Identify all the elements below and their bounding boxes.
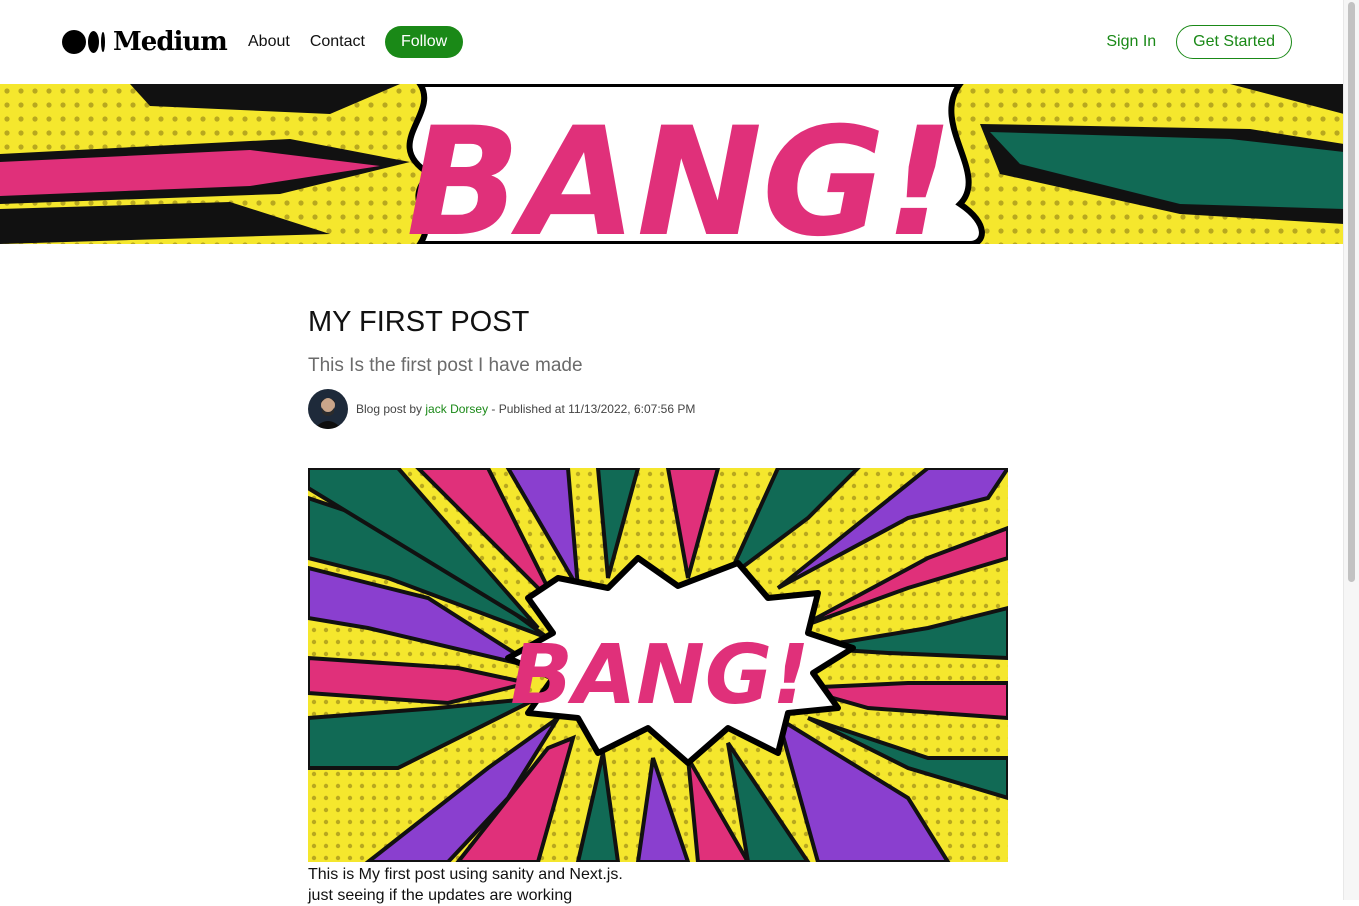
author-avatar[interactable] <box>308 389 348 429</box>
meta-prefix: Blog post by <box>356 402 423 416</box>
article: MY FIRST POST This Is the first post I h… <box>308 300 1008 429</box>
body-paragraph-2: just seeing if the updates are working <box>308 887 573 904</box>
post-subtitle: This Is the first post I have made <box>308 355 583 376</box>
hero-bang-text: BANG! <box>510 628 809 723</box>
body-paragraph-1: This is My first post using sanity and N… <box>308 866 623 883</box>
medium-logo[interactable]: Medium <box>62 26 228 58</box>
main-nav: About Contact Follow <box>248 26 464 58</box>
nav-about-link[interactable]: About <box>248 33 290 51</box>
post-meta: Blog post by jack Dorsey - Published at … <box>308 389 1008 429</box>
meta-published: - Published at 11/13/2022, 6:07:56 PM <box>491 402 696 416</box>
nav-contact-link[interactable]: Contact <box>310 33 365 51</box>
get-started-button[interactable]: Get Started <box>1176 25 1292 59</box>
page-scrollbar[interactable] <box>1343 0 1359 900</box>
logo-text: Medium <box>113 27 228 57</box>
scrollbar-thumb[interactable] <box>1348 2 1355 582</box>
banner-image: BANG! <box>0 84 1344 244</box>
banner-bang-text: BANG! <box>406 96 954 244</box>
follow-button[interactable]: Follow <box>384 26 464 58</box>
post-meta-text: Blog post by jack Dorsey - Published at … <box>356 402 695 416</box>
site-header: Medium About Contact Follow Sign In Get … <box>0 0 1344 84</box>
author-link[interactable]: jack Dorsey <box>425 402 488 416</box>
medium-logo-icon <box>62 30 105 54</box>
auth-actions: Sign In Get Started <box>1106 25 1292 59</box>
post-hero-image: BANG! <box>308 468 1008 862</box>
post-title: MY FIRST POST <box>308 306 530 338</box>
sign-in-link[interactable]: Sign In <box>1106 33 1156 51</box>
